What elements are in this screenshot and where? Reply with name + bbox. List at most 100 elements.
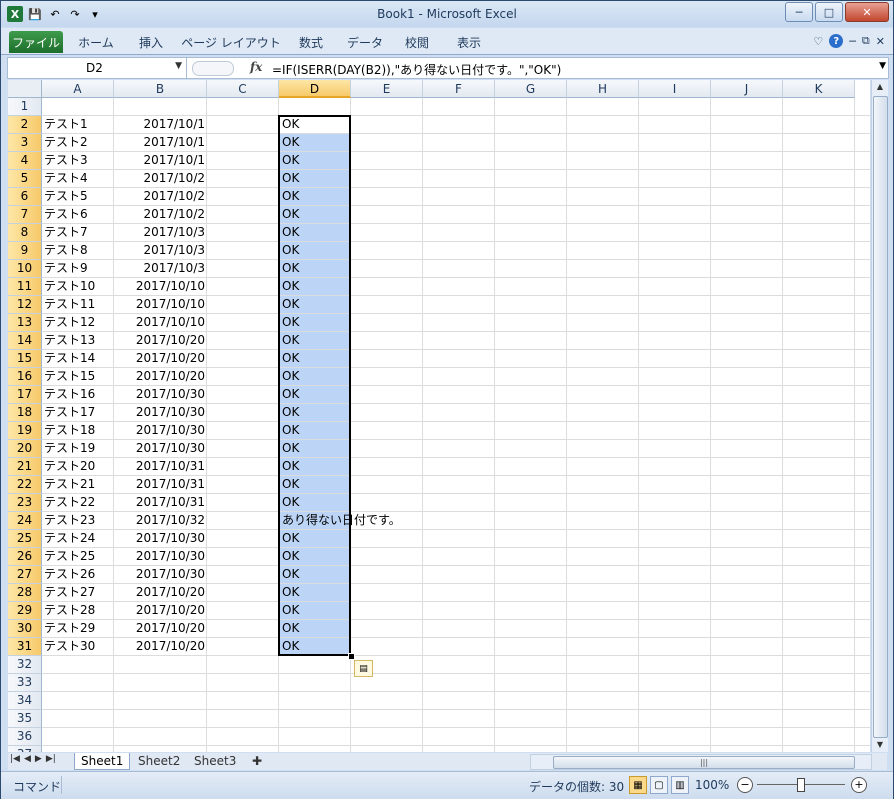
- horizontal-scroll-thumb[interactable]: |||: [553, 756, 855, 769]
- sheet-tab-sheet2[interactable]: Sheet2: [132, 753, 186, 769]
- row-header[interactable]: 34: [8, 692, 42, 710]
- prev-sheet-icon[interactable]: ◀: [24, 754, 31, 764]
- name-box[interactable]: D2 ▼: [8, 58, 187, 78]
- row-header[interactable]: 18: [8, 404, 42, 422]
- cell-b[interactable]: 2017/10/10: [115, 314, 205, 331]
- cell-b[interactable]: 2017/10/2: [115, 170, 205, 187]
- row-header[interactable]: 2: [8, 116, 42, 134]
- cell-a[interactable]: テスト21: [44, 476, 95, 493]
- row-header[interactable]: 24: [8, 512, 42, 530]
- column-header-b[interactable]: B: [114, 80, 207, 98]
- row-header[interactable]: 6: [8, 188, 42, 206]
- row-header[interactable]: 26: [8, 548, 42, 566]
- row-header[interactable]: 29: [8, 602, 42, 620]
- row-header[interactable]: 1: [8, 98, 42, 116]
- cell-a[interactable]: テスト25: [44, 548, 95, 565]
- horizontal-scrollbar[interactable]: |||: [530, 754, 872, 770]
- cell-a[interactable]: テスト10: [44, 278, 95, 295]
- insert-sheet-icon[interactable]: ✚: [246, 753, 268, 769]
- cell-a[interactable]: テスト5: [44, 188, 88, 205]
- cell-b[interactable]: 2017/10/1: [115, 116, 205, 133]
- row-header[interactable]: 4: [8, 152, 42, 170]
- workbook-close-icon[interactable]: ✕: [876, 35, 885, 48]
- fill-handle[interactable]: [348, 653, 355, 660]
- cell-b[interactable]: 2017/10/1: [115, 152, 205, 169]
- help-icon[interactable]: ?: [829, 34, 844, 48]
- tab-home[interactable]: ホーム: [71, 32, 121, 52]
- row-header[interactable]: 3: [8, 134, 42, 152]
- formula-input[interactable]: =IF(ISERR(DAY(B2)),"あり得ない日付です。","OK"): [272, 61, 561, 78]
- row-header[interactable]: 8: [8, 224, 42, 242]
- cell-a[interactable]: テスト23: [44, 512, 95, 529]
- normal-view-icon[interactable]: ▦: [629, 776, 647, 794]
- zoom-out-icon[interactable]: −: [737, 777, 753, 793]
- last-sheet-icon[interactable]: ▶|: [46, 754, 56, 764]
- row-header[interactable]: 25: [8, 530, 42, 548]
- row-header[interactable]: 32: [8, 656, 42, 674]
- cell-a[interactable]: テスト6: [44, 206, 88, 223]
- cell-b[interactable]: 2017/10/30: [115, 548, 205, 565]
- cell-a[interactable]: テスト18: [44, 422, 95, 439]
- cell-b[interactable]: 2017/10/20: [115, 602, 205, 619]
- next-sheet-icon[interactable]: ▶: [35, 754, 42, 764]
- cell-a[interactable]: テスト20: [44, 458, 95, 475]
- cell-a[interactable]: テスト28: [44, 602, 95, 619]
- cell-b[interactable]: 2017/10/20: [115, 350, 205, 367]
- cell-a[interactable]: テスト27: [44, 584, 95, 601]
- cell-a[interactable]: テスト9: [44, 260, 88, 277]
- cell-a[interactable]: テスト12: [44, 314, 95, 331]
- cell-b[interactable]: 2017/10/2: [115, 188, 205, 205]
- column-header-h[interactable]: H: [567, 80, 639, 98]
- cell-b[interactable]: [115, 98, 205, 115]
- cell-b[interactable]: 2017/10/3: [115, 260, 205, 277]
- cell-a[interactable]: テスト1: [44, 116, 88, 133]
- cell-b[interactable]: 2017/10/3: [115, 224, 205, 241]
- cell-a[interactable]: テスト15: [44, 368, 95, 385]
- zoom-slider-knob[interactable]: [797, 778, 805, 792]
- row-header[interactable]: 9: [8, 242, 42, 260]
- cell-b[interactable]: 2017/10/30: [115, 422, 205, 439]
- page-layout-view-icon[interactable]: ▢: [650, 776, 668, 794]
- worksheet-grid[interactable]: A B C D E F G H I J K 1 2 テスト1 2017/10/1 OK 3 テスト2 2017/10…: [8, 80, 870, 752]
- cell-a[interactable]: テスト11: [44, 296, 95, 313]
- row-header[interactable]: 15: [8, 350, 42, 368]
- formula-oval-button[interactable]: [192, 61, 234, 76]
- cell-a[interactable]: テスト24: [44, 530, 95, 547]
- tab-insert[interactable]: 挿入: [129, 32, 173, 52]
- cell-b[interactable]: 2017/10/30: [115, 404, 205, 421]
- cell-b[interactable]: 2017/10/3: [115, 242, 205, 259]
- column-header-c[interactable]: C: [207, 80, 279, 98]
- row-header[interactable]: 5: [8, 170, 42, 188]
- cell-a[interactable]: テスト22: [44, 494, 95, 511]
- column-header-f[interactable]: F: [423, 80, 495, 98]
- cell-b[interactable]: 2017/10/20: [115, 638, 205, 655]
- cell-b[interactable]: 2017/10/10: [115, 278, 205, 295]
- row-header[interactable]: 12: [8, 296, 42, 314]
- column-header-a[interactable]: A: [42, 80, 114, 98]
- vertical-scroll-thumb[interactable]: [873, 96, 888, 738]
- select-all-button[interactable]: [8, 80, 42, 98]
- row-header[interactable]: 35: [8, 710, 42, 728]
- cell-a[interactable]: テスト30: [44, 638, 95, 655]
- row-header[interactable]: 27: [8, 566, 42, 584]
- insert-function-icon[interactable]: fx: [250, 60, 262, 74]
- workbook-restore-icon[interactable]: ⧉: [862, 34, 870, 48]
- tab-file[interactable]: ファイル: [9, 31, 63, 53]
- tab-review[interactable]: 校閲: [397, 32, 437, 52]
- column-header-i[interactable]: I: [639, 80, 711, 98]
- cell-b[interactable]: 2017/10/31: [115, 476, 205, 493]
- row-header[interactable]: 10: [8, 260, 42, 278]
- cell-b[interactable]: 2017/10/20: [115, 584, 205, 601]
- cell-a[interactable]: テスト14: [44, 350, 95, 367]
- row-header[interactable]: 13: [8, 314, 42, 332]
- column-header-k[interactable]: K: [783, 80, 855, 98]
- row-header[interactable]: 14: [8, 332, 42, 350]
- page-break-view-icon[interactable]: ▥: [671, 776, 689, 794]
- cell-b[interactable]: 2017/10/20: [115, 620, 205, 637]
- row-header[interactable]: 20: [8, 440, 42, 458]
- cell-b[interactable]: [115, 656, 205, 673]
- cell-b[interactable]: [115, 674, 205, 691]
- row-header[interactable]: 16: [8, 368, 42, 386]
- cell-b[interactable]: 2017/10/10: [115, 296, 205, 313]
- cell-a[interactable]: テスト3: [44, 152, 88, 169]
